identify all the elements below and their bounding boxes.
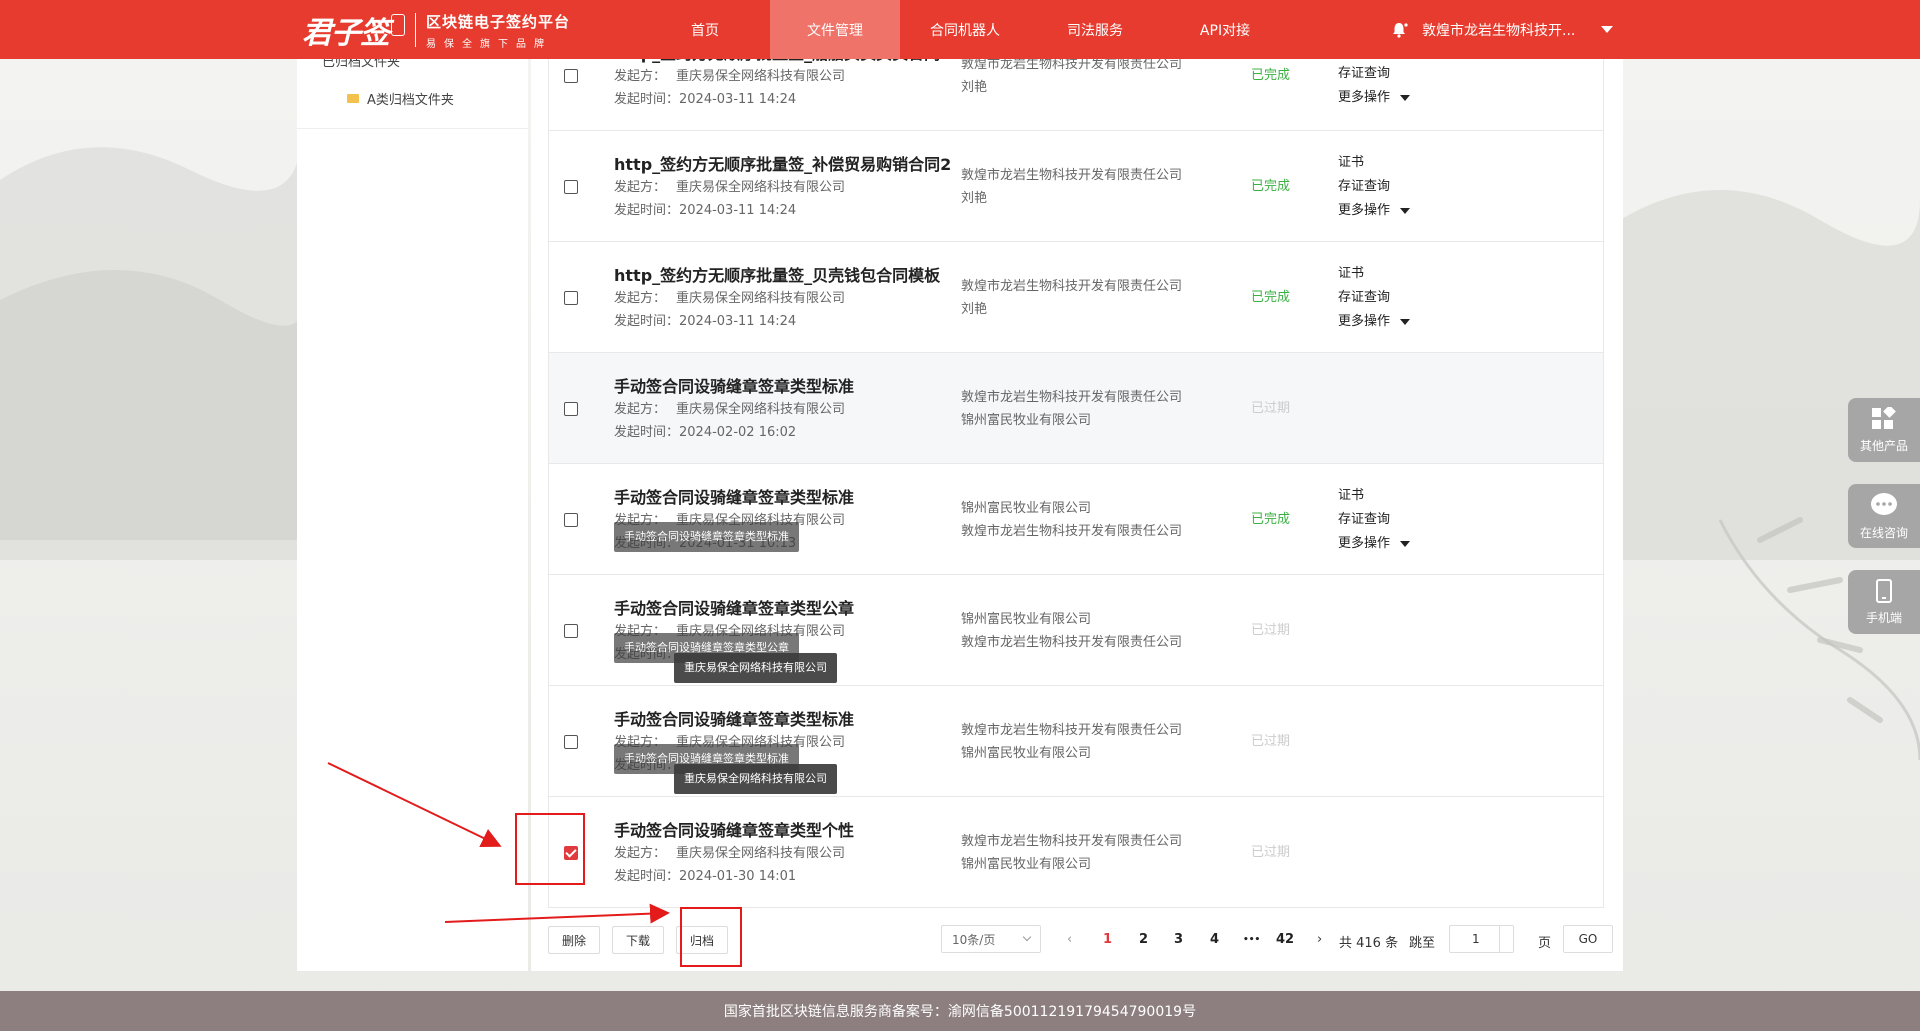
brand-logo[interactable]: 君子签 区块链电子签约平台 易保全旗下品牌	[302, 10, 570, 52]
annotation-arrows	[327, 762, 670, 924]
apps-icon	[1872, 406, 1896, 429]
chevron-down-icon[interactable]	[1601, 26, 1614, 33]
nav-contract-robot[interactable]: 合同机器人	[900, 0, 1030, 59]
account-area: 敦煌市龙岩生物科技开...	[1390, 0, 1614, 59]
company-name[interactable]: 敦煌市龙岩生物科技开...	[1422, 20, 1575, 40]
logo-tagline-sub: 易保全旗下品牌	[426, 38, 552, 50]
chat-icon	[1871, 492, 1897, 515]
nav-file-management[interactable]: 文件管理	[770, 0, 900, 59]
logo-seal-icon	[391, 14, 405, 36]
online-consult-button[interactable]: 在线咨询	[1848, 484, 1920, 548]
mobile-label: 手机端	[1865, 610, 1902, 625]
logo-tagline-main: 区块链电子签约平台	[426, 12, 571, 31]
mobile-button[interactable]: 手机端	[1848, 570, 1920, 634]
nav-home[interactable]: 首页	[640, 0, 770, 59]
online-consult-label: 在线咨询	[1859, 525, 1908, 540]
bell-icon[interactable]	[1390, 21, 1408, 39]
phone-icon	[1876, 578, 1892, 603]
nav-judicial-service[interactable]: 司法服务	[1030, 0, 1160, 59]
other-products-button[interactable]: 其他产品	[1848, 398, 1920, 462]
nav-api[interactable]: API对接	[1160, 0, 1290, 59]
logo-tagline: 区块链电子签约平台 易保全旗下品牌	[426, 11, 570, 50]
top-header: 君子签 区块链电子签约平台 易保全旗下品牌 首页 文件管理 合同机器人 司法服务…	[0, 0, 1920, 59]
other-products-label: 其他产品	[1859, 438, 1908, 453]
main-nav: 首页 文件管理 合同机器人 司法服务 API对接	[640, 0, 1290, 59]
footer: 国家首批区块链信息服务商备案号：渝网信备50011219179454790019…	[0, 991, 1920, 1031]
logo-divider	[415, 13, 416, 47]
logo-wordmark: 君子签	[302, 16, 390, 51]
